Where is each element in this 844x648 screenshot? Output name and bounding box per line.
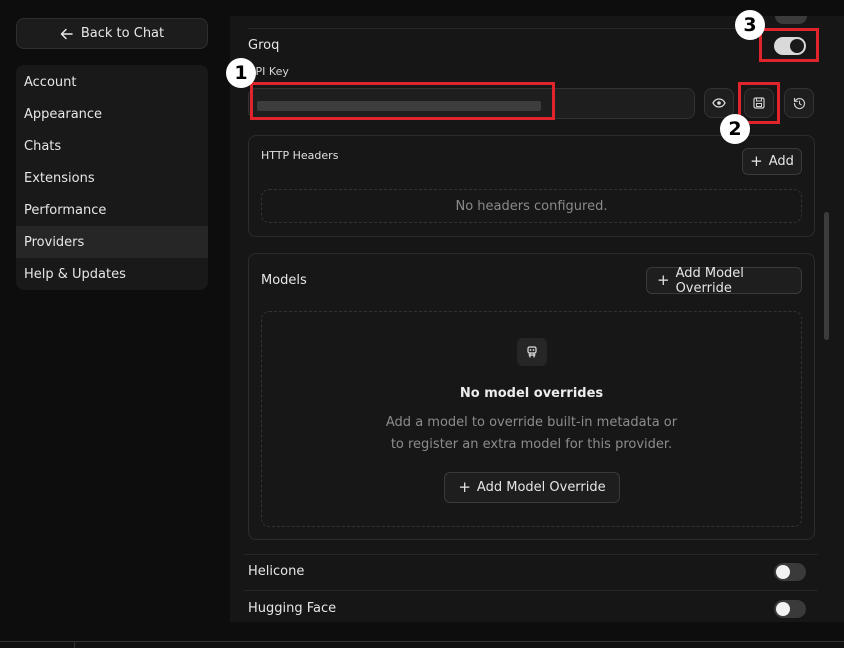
models-empty-state: No model overrides Add a model to overri… — [261, 311, 802, 527]
nav-item-performance[interactable]: Performance — [16, 194, 208, 226]
no-model-overrides-title: No model overrides — [459, 386, 604, 401]
annotation-badge-1: 1 — [226, 58, 256, 88]
arrow-left-icon — [60, 28, 73, 39]
nav-item-chats[interactable]: Chats — [16, 130, 208, 162]
add-model-override-button[interactable]: + Add Model Override — [646, 266, 802, 296]
http-headers-section: HTTP Headers + Add No headers configured… — [248, 135, 815, 237]
plus-icon: + — [458, 478, 471, 496]
annotation-box-toggle — [759, 28, 819, 62]
add-header-button[interactable]: + Add — [742, 148, 802, 175]
show-key-button[interactable] — [704, 88, 734, 118]
scrollbar-thumb[interactable] — [824, 212, 829, 340]
nav-item-help-updates[interactable]: Help & Updates — [16, 258, 208, 290]
annotation-box-api-key — [250, 82, 555, 120]
groq-provider-name: Groq — [248, 38, 280, 53]
hugging-face-enable-toggle[interactable] — [774, 600, 806, 618]
models-section: Models + Add Model Override No model ove… — [248, 253, 815, 540]
models-empty-desc-line2: to register an extra model for this prov… — [390, 437, 673, 452]
models-empty-desc-line1: Add a model to override built-in metadat… — [385, 415, 678, 430]
nav-item-extensions[interactable]: Extensions — [16, 162, 208, 194]
headers-empty-text: No headers configured. — [455, 198, 608, 214]
reset-key-button[interactable] — [784, 88, 814, 118]
settings-page: Back to Chat Account Appearance Chats Ex… — [0, 0, 844, 648]
annotation-badge-2: 2 — [720, 114, 750, 144]
helicone-enable-toggle[interactable] — [774, 563, 806, 581]
add-model-override-center-button[interactable]: + Add Model Override — [444, 472, 620, 503]
divider — [244, 590, 818, 591]
back-to-chat-label: Back to Chat — [80, 26, 165, 41]
divider — [248, 28, 820, 29]
annotation-badge-3: 3 — [735, 10, 765, 40]
headers-empty-state: No headers configured. — [261, 189, 802, 223]
eye-icon — [712, 98, 726, 108]
models-title: Models — [261, 273, 307, 288]
nav-item-appearance[interactable]: Appearance — [16, 98, 208, 130]
reset-icon — [793, 97, 805, 109]
back-to-chat-button[interactable]: Back to Chat — [16, 18, 208, 49]
robot-icon — [517, 338, 547, 366]
nav-item-account[interactable]: Account — [16, 66, 208, 98]
bottom-bar — [0, 641, 844, 648]
divider — [244, 554, 818, 555]
plus-icon: + — [657, 271, 670, 289]
hugging-face-provider-name: Hugging Face — [248, 601, 337, 616]
helicone-provider-name: Helicone — [248, 564, 305, 579]
previous-provider-toggle[interactable] — [775, 16, 807, 24]
http-headers-title: HTTP Headers — [261, 149, 339, 162]
plus-icon: + — [750, 152, 763, 170]
nav-item-providers[interactable]: Providers — [16, 226, 208, 258]
settings-nav: Account Appearance Chats Extensions Perf… — [16, 65, 208, 290]
